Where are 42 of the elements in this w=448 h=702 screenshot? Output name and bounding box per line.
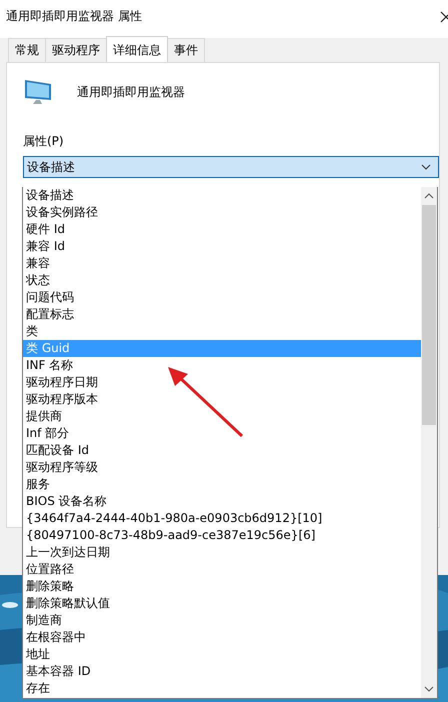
dropdown-option[interactable]: 状态 <box>23 272 421 289</box>
dropdown-option[interactable]: 驱动程序日期 <box>23 374 421 391</box>
window-title: 通用即插即用监视器 属性 <box>6 8 142 25</box>
dropdown-option[interactable]: 制造商 <box>23 612 421 629</box>
dropdown-option[interactable]: 删除策略默认值 <box>23 595 421 612</box>
close-icon[interactable] <box>440 11 448 23</box>
dropdown-option[interactable]: 服务 <box>23 476 421 493</box>
dropdown-option[interactable]: 驱动程序版本 <box>23 391 421 408</box>
property-dropdown[interactable]: 设备描述 <box>23 156 439 178</box>
tab[interactable]: 常规 <box>8 38 46 62</box>
device-name: 通用即插即用监视器 <box>77 84 185 100</box>
dropdown-option[interactable]: {3464f7a4-2444-40b1-980a-e0903cb6d912}[10] <box>23 510 421 527</box>
dropdown-option[interactable]: 匹配设备 Id <box>23 442 421 459</box>
dropdown-option[interactable]: 硬件 Id <box>23 221 421 238</box>
dropdown-option[interactable]: 存在 <box>23 680 421 697</box>
scroll-thumb[interactable] <box>422 205 436 425</box>
dropdown-option[interactable]: 兼容 Id <box>23 238 421 255</box>
dropdown-option[interactable]: 基本容器 ID <box>23 663 421 680</box>
property-label: 属性(P) <box>23 133 65 150</box>
scrollbar[interactable] <box>421 187 437 698</box>
dropdown-option[interactable]: 地址 <box>23 646 421 663</box>
dropdown-option[interactable]: 兼容 <box>23 255 421 272</box>
dropdown-option[interactable]: 在根容器中 <box>23 629 421 646</box>
dropdown-option[interactable]: 设备实例路径 <box>23 204 421 221</box>
dropdown-option[interactable]: 问题代码 <box>23 289 421 306</box>
dropdown-option[interactable]: 上一次到达日期 <box>23 544 421 561</box>
dropdown-option[interactable]: INF 名称 <box>23 357 421 374</box>
dropdown-option[interactable]: 设备描述 <box>23 187 421 204</box>
dropdown-option[interactable]: {80497100-8c73-48b9-aad9-ce387e19c56e}[6] <box>23 527 421 544</box>
dropdown-option[interactable]: BIOS 设备名称 <box>23 493 421 510</box>
dropdown-option[interactable]: Inf 部分 <box>23 425 421 442</box>
dropdown-option[interactable]: 删除策略 <box>23 578 421 595</box>
chevron-down-icon <box>421 164 431 170</box>
scroll-down-icon[interactable] <box>424 686 434 692</box>
tab[interactable]: 详细信息 <box>106 36 168 62</box>
tab[interactable]: 事件 <box>167 38 205 62</box>
dropdown-option[interactable]: 配置标志 <box>23 306 421 323</box>
dropdown-option[interactable]: 类 <box>23 323 421 340</box>
dropdown-option[interactable]: 位置路径 <box>23 561 421 578</box>
scroll-up-icon[interactable] <box>424 193 434 199</box>
dropdown-option[interactable]: 驱动程序等级 <box>23 459 421 476</box>
dropdown-option[interactable]: 提供商 <box>23 408 421 425</box>
